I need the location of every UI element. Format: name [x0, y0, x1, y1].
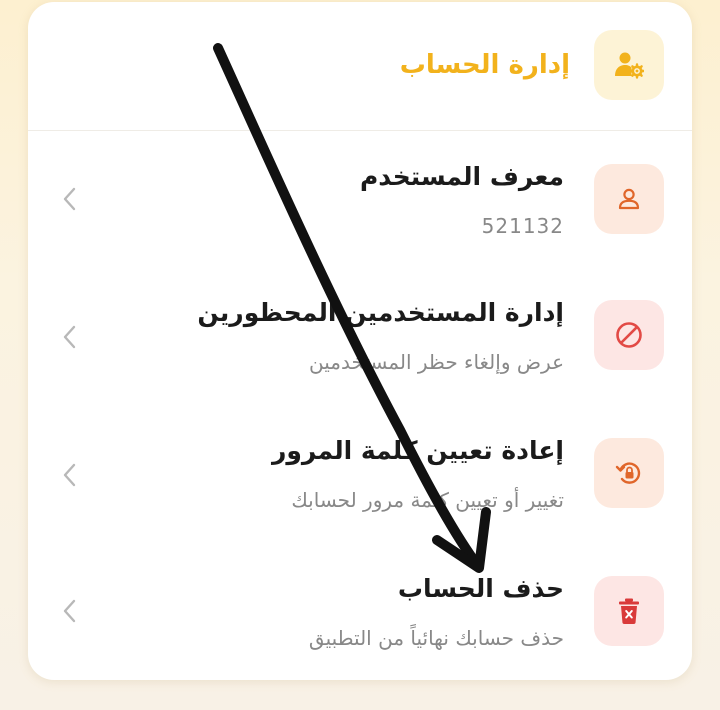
reset-password-subtitle: تغيير أو تعيين كلمة مرور لحسابك — [291, 488, 564, 512]
delete-account-title: حذف الحساب — [397, 574, 564, 603]
chevron-left-icon — [63, 187, 76, 211]
blocked-users-row[interactable]: إدارة المستخدمين المحظورين عرض وإلغاء حظ… — [28, 268, 692, 406]
lock-reset-icon — [594, 438, 664, 508]
user-id-value: 521132 — [481, 214, 564, 238]
delete-account-row[interactable]: حذف الحساب حذف حسابك نهائياً من التطبيق — [28, 544, 692, 680]
user-icon — [594, 164, 664, 234]
blocked-users-title: إدارة المستخدمين المحظورين — [197, 298, 564, 327]
account-management-header: إدارة الحساب — [28, 2, 692, 131]
blocked-users-subtitle: عرض وإلغاء حظر المستخدمين — [309, 350, 564, 374]
reset-password-row[interactable]: إعادة تعيين كلمة المرور تغيير أو تعيين ك… — [28, 406, 692, 544]
chevron-left-icon — [63, 463, 76, 487]
chevron-left-icon — [63, 599, 76, 623]
reset-password-title: إعادة تعيين كلمة المرور — [271, 436, 564, 465]
trash-icon — [594, 576, 664, 646]
block-icon — [594, 300, 664, 370]
user-id-row[interactable]: معرف المستخدم 521132 — [28, 130, 692, 268]
delete-account-subtitle: حذف حسابك نهائياً من التطبيق — [308, 626, 564, 650]
user-gear-icon — [594, 30, 664, 100]
user-id-title: معرف المستخدم — [359, 162, 564, 191]
account-management-card: إدارة الحساب معرف المستخدم 521132 إدارة … — [28, 2, 692, 680]
chevron-left-icon — [63, 325, 76, 349]
section-title: إدارة الحساب — [399, 50, 570, 80]
